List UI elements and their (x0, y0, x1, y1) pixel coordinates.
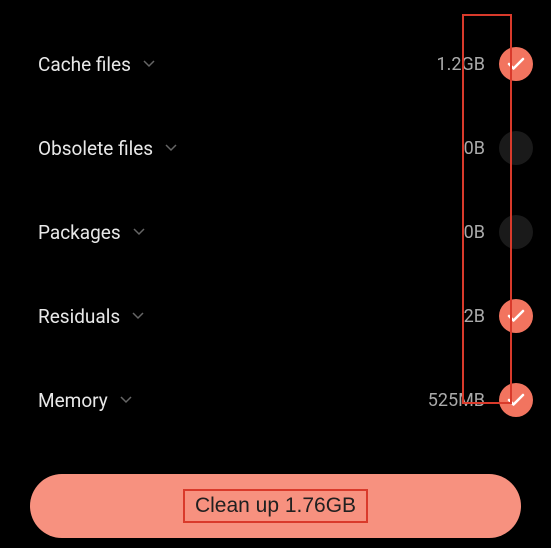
checkbox-packages[interactable] (499, 215, 533, 249)
checkbox-residuals[interactable] (499, 299, 533, 333)
item-row-packages[interactable]: Packages 0B (38, 190, 533, 274)
chevron-down-icon (143, 60, 155, 68)
cleanup-items-list: Cache files 1.2GB Obsolete files 0B Pack… (0, 0, 551, 442)
item-row-cache-files[interactable]: Cache files 1.2GB (38, 22, 533, 106)
item-label: Obsolete files (38, 137, 153, 160)
item-size: 0B (464, 222, 485, 243)
cleanup-button-label: Clean up 1.76GB (195, 494, 356, 517)
item-size: 525MB (428, 390, 485, 411)
chevron-down-icon (132, 312, 144, 320)
item-label: Residuals (38, 305, 120, 328)
item-label: Packages (38, 221, 121, 244)
item-label: Cache files (38, 53, 131, 76)
checkbox-obsolete-files[interactable] (499, 131, 533, 165)
checkbox-memory[interactable] (499, 383, 533, 417)
cleanup-button[interactable]: Clean up 1.76GB (30, 474, 521, 538)
chevron-down-icon (120, 396, 132, 404)
checkbox-cache-files[interactable] (499, 47, 533, 81)
item-row-memory[interactable]: Memory 525MB (38, 358, 533, 442)
item-row-obsolete-files[interactable]: Obsolete files 0B (38, 106, 533, 190)
chevron-down-icon (133, 228, 145, 236)
item-size: 2B (464, 306, 485, 327)
item-size: 0B (464, 138, 485, 159)
annotation-highlight-button-text: Clean up 1.76GB (183, 489, 368, 523)
item-label: Memory (38, 389, 108, 412)
item-row-residuals[interactable]: Residuals 2B (38, 274, 533, 358)
chevron-down-icon (165, 144, 177, 152)
item-size: 1.2GB (437, 54, 485, 75)
